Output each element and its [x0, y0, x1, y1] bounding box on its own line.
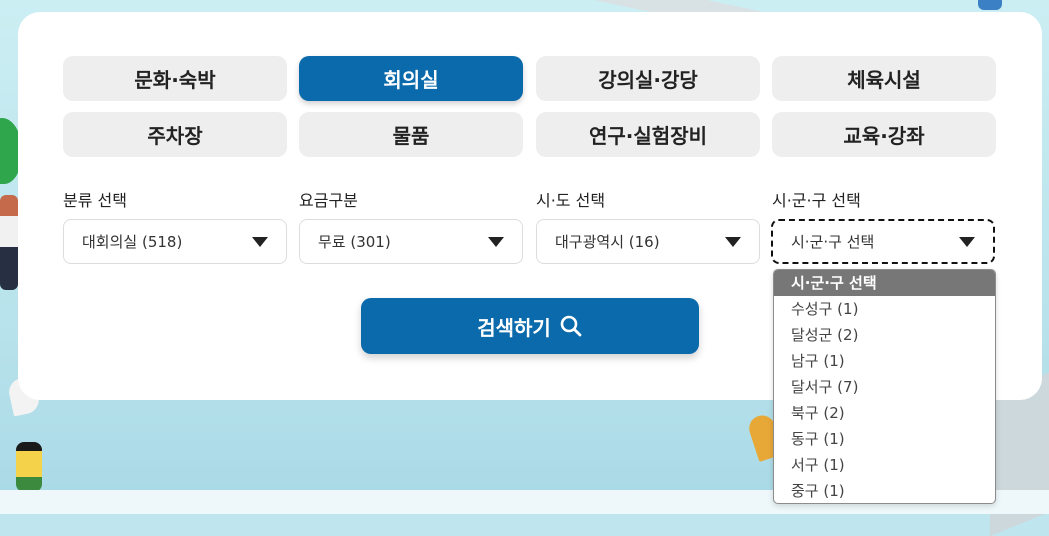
search-icon	[560, 315, 582, 337]
category-select-value: 대회의실 (518)	[82, 233, 183, 251]
fee-select-value: 무료 (301)	[318, 233, 391, 251]
dropdown-option[interactable]: 시·군·구 선택	[774, 270, 995, 296]
search-button-label: 검색하기	[477, 315, 551, 340]
decorative-person	[0, 195, 18, 290]
caret-down-icon	[252, 236, 268, 247]
decorative-person	[16, 442, 42, 492]
province-select-value: 대구광역시 (16)	[555, 233, 660, 251]
category-button-goods[interactable]: 물품	[299, 112, 523, 157]
category-button-meeting-room[interactable]: 회의실	[299, 56, 523, 101]
district-select[interactable]: 시·군·구 선택	[771, 219, 995, 264]
dropdown-option[interactable]: 남구 (1)	[774, 348, 995, 374]
province-filter-label: 시·도 선택	[536, 191, 606, 210]
dropdown-option[interactable]: 수성구 (1)	[774, 296, 995, 322]
province-select[interactable]: 대구광역시 (16)	[536, 219, 760, 264]
dropdown-option[interactable]: 달성군 (2)	[774, 322, 995, 348]
decorative-figure	[978, 0, 1002, 10]
search-button[interactable]: 검색하기	[361, 298, 699, 354]
category-button-parking[interactable]: 주차장	[63, 112, 287, 157]
dropdown-option[interactable]: 서구 (1)	[774, 452, 995, 478]
category-filter-label: 분류 선택	[63, 191, 127, 210]
category-select[interactable]: 대회의실 (518)	[63, 219, 287, 264]
fee-filter-label: 요금구분	[299, 191, 358, 210]
dropdown-option[interactable]: 달서구 (7)	[774, 374, 995, 400]
fee-select[interactable]: 무료 (301)	[299, 219, 523, 264]
dropdown-option[interactable]: 북구 (2)	[774, 400, 995, 426]
district-select-value: 시·군·구 선택	[791, 233, 875, 251]
category-button-sports-facility[interactable]: 체육시설	[772, 56, 996, 101]
category-button-lecture-hall[interactable]: 강의실·강당	[536, 56, 760, 101]
caret-down-icon	[725, 236, 741, 247]
category-button-education-course[interactable]: 교육·강좌	[772, 112, 996, 157]
category-button-culture-lodging[interactable]: 문화·숙박	[63, 56, 287, 101]
district-dropdown-list[interactable]: 시·군·구 선택 수성구 (1) 달성군 (2) 남구 (1) 달서구 (7) …	[773, 269, 996, 504]
district-filter-label: 시·군·구 선택	[772, 191, 861, 210]
dropdown-option[interactable]: 중구 (1)	[774, 478, 995, 503]
caret-down-icon	[959, 236, 975, 247]
caret-down-icon	[488, 236, 504, 247]
category-button-research-equipment[interactable]: 연구·실험장비	[536, 112, 760, 157]
dropdown-option[interactable]: 동구 (1)	[774, 426, 995, 452]
